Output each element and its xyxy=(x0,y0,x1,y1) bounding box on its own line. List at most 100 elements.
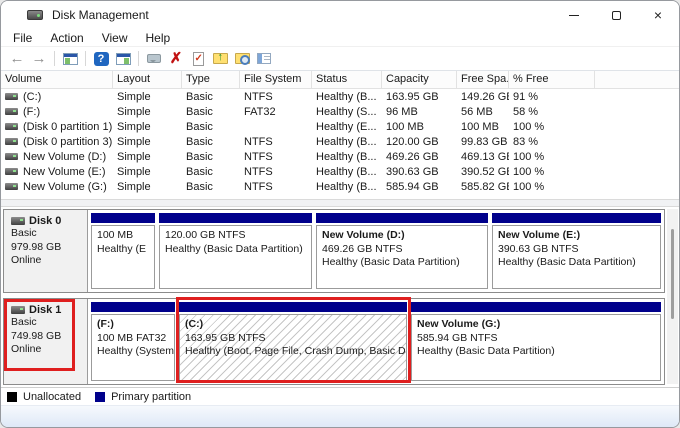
partition-status: Healthy (Boot, Page File, Crash Dump, Ba… xyxy=(185,345,406,359)
volume-row[interactable]: (C:)SimpleBasicNTFSHealthy (B...163.95 G… xyxy=(1,89,679,104)
maximize-button[interactable] xyxy=(595,1,637,29)
check-document-icon[interactable] xyxy=(188,50,208,68)
disk-kind: Basic xyxy=(11,227,85,241)
volume-row[interactable]: (F:)SimpleBasicFAT32Healthy (S...96 MB56… xyxy=(1,104,679,119)
partition-type-strip xyxy=(91,213,155,223)
toolbar: ←→? ✗ xyxy=(1,47,679,71)
back-arrow-icon[interactable]: ← xyxy=(7,50,27,68)
partitions-container: (F:)100 MB FAT32Healthy (System(C:)163.9… xyxy=(88,299,664,384)
partition-new-volume-g[interactable]: New Volume (G:)585.94 GB NTFSHealthy (Ba… xyxy=(411,302,661,381)
volume-row[interactable]: New Volume (G:)SimpleBasicNTFSHealthy (B… xyxy=(1,179,679,194)
volume-row[interactable]: New Volume (D:)SimpleBasicNTFSHealthy (B… xyxy=(1,149,679,164)
menu-item-action[interactable]: Action xyxy=(41,31,92,45)
partition-f[interactable]: (F:)100 MB FAT32Healthy (System xyxy=(91,302,175,381)
cell-pct: 100 % xyxy=(509,151,595,163)
partition-size: 100 MB FAT32 xyxy=(97,332,174,346)
help-icon[interactable]: ? xyxy=(91,50,111,68)
column-header-file-system[interactable]: File System xyxy=(240,71,312,88)
cell-layout: Simple xyxy=(113,136,182,148)
partition-info: (F:)100 MB FAT32Healthy (System xyxy=(91,314,175,381)
partition-block[interactable]: 100 MBHealthy (E xyxy=(91,213,155,289)
cell-fs: NTFS xyxy=(240,136,312,148)
partition-new-volume-d[interactable]: New Volume (D:)469.26 GB NTFSHealthy (Ba… xyxy=(316,213,488,289)
volume-name: New Volume (E:) xyxy=(23,166,106,178)
cell-fs: NTFS xyxy=(240,166,312,178)
partition-c[interactable]: (C:)163.95 GB NTFSHealthy (Boot, Page Fi… xyxy=(179,302,407,381)
volume-row[interactable]: (Disk 0 partition 3)SimpleBasicNTFSHealt… xyxy=(1,134,679,149)
menu-item-view[interactable]: View xyxy=(93,31,137,45)
minimize-icon xyxy=(569,15,579,16)
cell-fs: NTFS xyxy=(240,91,312,103)
partition-new-volume-e[interactable]: New Volume (E:)390.63 GB NTFSHealthy (Ba… xyxy=(492,213,661,289)
cell-status: Healthy (B... xyxy=(312,151,382,163)
cell-fs: NTFS xyxy=(240,151,312,163)
partition-type-strip xyxy=(179,302,407,312)
pane-splitter[interactable] xyxy=(1,199,679,207)
action-pane-icon[interactable] xyxy=(113,50,133,68)
legend-bar: UnallocatedPrimary partition xyxy=(1,387,679,405)
cell-status: Healthy (B... xyxy=(312,181,382,193)
cell-type: Basic xyxy=(182,91,240,103)
partition-info: New Volume (D:)469.26 GB NTFSHealthy (Ba… xyxy=(316,225,488,289)
partition-status: Healthy (System xyxy=(97,345,174,359)
volume-drive-icon xyxy=(5,123,18,130)
disk-label-disk-0[interactable]: Disk 0Basic979.98 GBOnline xyxy=(4,210,88,292)
disk-label-disk-1[interactable]: Disk 1Basic749.98 GBOnline xyxy=(4,299,88,384)
disk-kind: Basic xyxy=(11,316,85,330)
disk-name: Disk 0 xyxy=(11,215,85,227)
cell-free: 149.26 GB xyxy=(457,91,509,103)
volume-row[interactable]: New Volume (E:)SimpleBasicNTFSHealthy (B… xyxy=(1,164,679,179)
console-tree-icon[interactable] xyxy=(60,50,80,68)
disk-size: 749.98 GB xyxy=(11,330,85,344)
window-title: Disk Management xyxy=(52,8,149,22)
delete-volume-icon[interactable]: ✗ xyxy=(166,50,186,68)
minimize-button[interactable] xyxy=(553,1,595,29)
close-button[interactable]: × xyxy=(637,1,679,29)
column-header-capacity[interactable]: Capacity xyxy=(382,71,457,88)
column-header-free-spa[interactable]: Free Spa... xyxy=(457,71,509,88)
cell-capacity: 96 MB xyxy=(382,106,457,118)
toolbar-separator xyxy=(85,51,86,66)
cell-type: Basic xyxy=(182,166,240,178)
cell-free: 585.82 GB xyxy=(457,181,509,193)
menu-item-help[interactable]: Help xyxy=(137,31,180,45)
partition-size: 163.95 GB NTFS xyxy=(185,332,406,346)
disk-state: Online xyxy=(11,254,85,268)
disk-name: Disk 1 xyxy=(11,304,85,316)
cell-volume: New Volume (D:) xyxy=(1,151,113,163)
disk-size: 979.98 GB xyxy=(11,241,85,255)
volume-row[interactable]: (Disk 0 partition 1)SimpleBasicHealthy (… xyxy=(1,119,679,134)
toolbar-separator xyxy=(138,51,139,66)
properties-icon[interactable] xyxy=(254,50,274,68)
partition-status: Healthy (Basic Data Partition) xyxy=(498,256,660,270)
column-header-layout[interactable]: Layout xyxy=(113,71,182,88)
disk-management-window: Disk Management × FileActionViewHelp ←→?… xyxy=(0,0,680,428)
partition-type-strip xyxy=(159,213,312,223)
vertical-scrollbar[interactable] xyxy=(667,209,678,384)
partition-block[interactable]: 120.00 GB NTFSHealthy (Basic Data Partit… xyxy=(159,213,312,289)
disk-name-text: Disk 0 xyxy=(29,215,61,227)
volume-drive-icon xyxy=(5,138,18,145)
partition-type-strip xyxy=(411,302,661,312)
column-header-volume[interactable]: Volume xyxy=(1,71,113,88)
partition-size: 100 MB xyxy=(97,229,154,243)
legend-swatch-unallocated xyxy=(7,392,17,402)
scrollbar-thumb[interactable] xyxy=(671,229,674,319)
folder-find-icon[interactable] xyxy=(232,50,252,68)
column-header-type[interactable]: Type xyxy=(182,71,240,88)
column-header-status[interactable]: Status xyxy=(312,71,382,88)
column-header-free[interactable]: % Free xyxy=(509,71,595,88)
cell-layout: Simple xyxy=(113,121,182,133)
folder-up-icon[interactable] xyxy=(210,50,230,68)
disk-state: Online xyxy=(11,343,85,357)
dialog-icon[interactable] xyxy=(144,50,164,68)
cell-status: Healthy (B... xyxy=(312,136,382,148)
menu-item-file[interactable]: File xyxy=(4,31,41,45)
volume-drive-icon xyxy=(5,183,18,190)
cell-capacity: 585.94 GB xyxy=(382,181,457,193)
forward-arrow-icon[interactable]: → xyxy=(29,50,49,68)
volume-name: (F:) xyxy=(23,106,40,118)
cell-volume: New Volume (E:) xyxy=(1,166,113,178)
partition-size: 120.00 GB NTFS xyxy=(165,229,311,243)
column-header-filler xyxy=(595,71,679,88)
